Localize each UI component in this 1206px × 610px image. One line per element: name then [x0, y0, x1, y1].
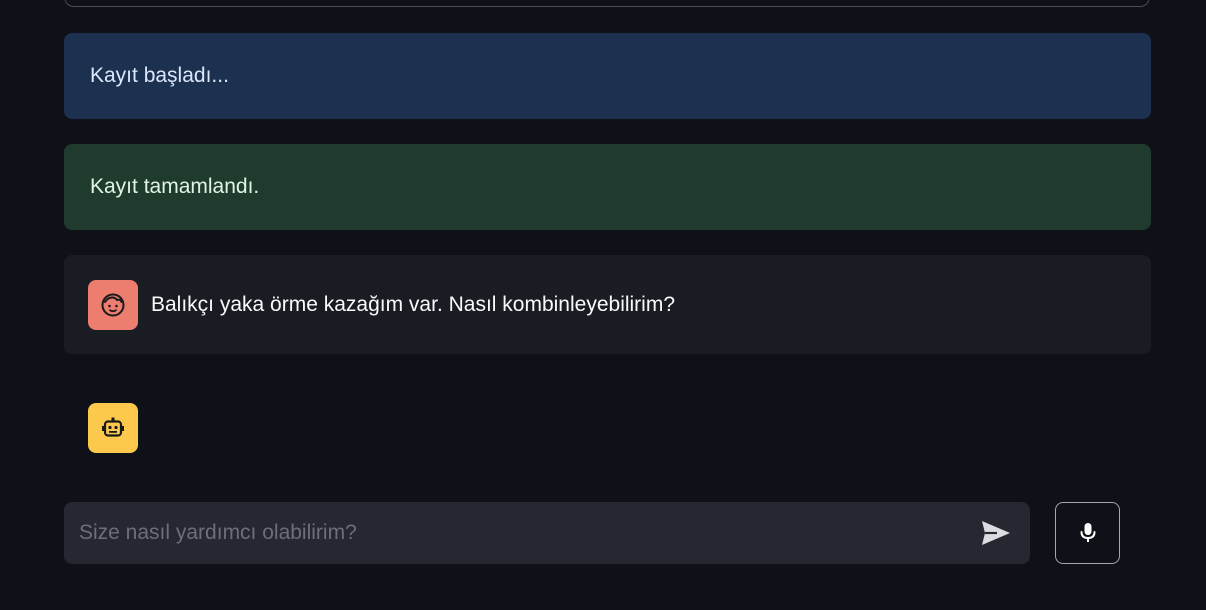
success-alert-text: Kayıt tamamlandı. — [90, 175, 260, 198]
send-icon — [982, 521, 1010, 545]
previous-container — [64, 0, 1150, 7]
assistant-message — [88, 403, 138, 453]
user-message: Balıkçı yaka örme kazağım var. Nasıl kom… — [64, 255, 1151, 354]
face-icon — [101, 293, 125, 316]
robot-icon — [102, 417, 124, 437]
chat-page: Kayıt başladı... Kayıt tamamlandı. Balık… — [0, 0, 1206, 610]
chat-input-container — [64, 501, 1030, 565]
user-message-text: Balıkçı yaka örme kazağım var. Nasıl kom… — [151, 292, 676, 316]
chat-input[interactable] — [64, 501, 970, 565]
microphone-icon — [1080, 523, 1095, 542]
user-avatar — [88, 279, 138, 330]
assistant-avatar — [88, 403, 138, 453]
info-alert: Kayıt başladı... — [64, 33, 1151, 119]
send-button[interactable] — [970, 502, 1022, 564]
microphone-button[interactable] — [1055, 502, 1120, 564]
info-alert-text: Kayıt başladı... — [90, 64, 229, 87]
success-alert: Kayıt tamamlandı. — [64, 144, 1151, 230]
